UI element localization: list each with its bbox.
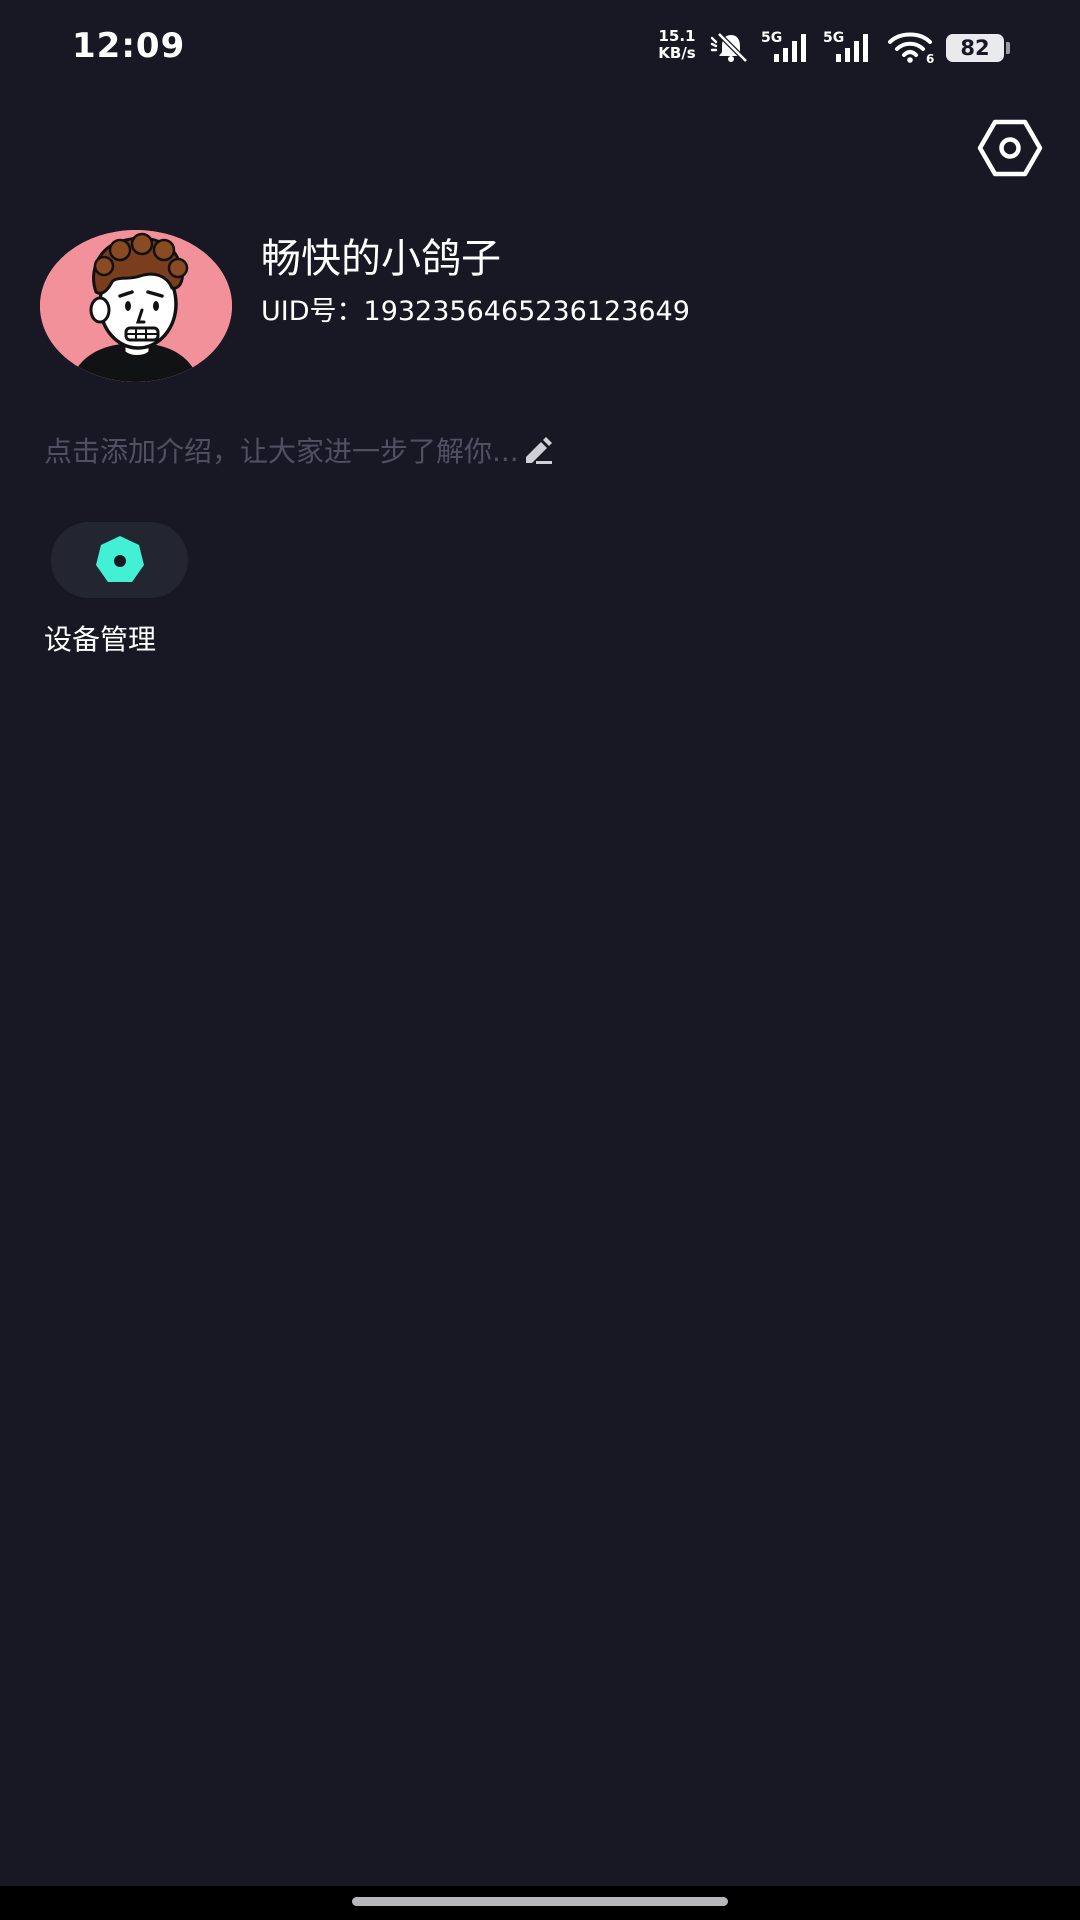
device-management-label: 设备管理 xyxy=(44,623,157,656)
battery-tip xyxy=(1006,42,1010,54)
status-bar: 12:09 15.1 KB/s 5G 5G 6 82 xyxy=(0,0,1080,96)
status-time: 12:09 xyxy=(72,26,186,66)
network-speed-value: 15.1 xyxy=(658,27,696,45)
sim1-label: 5G xyxy=(761,30,782,46)
battery-icon: 82 xyxy=(946,34,1004,62)
settings-button[interactable] xyxy=(976,118,1044,178)
wifi-label: 6 xyxy=(926,52,934,64)
avatar-illustration xyxy=(40,230,232,382)
pencil-icon xyxy=(525,437,552,464)
home-indicator[interactable] xyxy=(352,1897,728,1906)
username: 畅快的小鸽子 xyxy=(261,236,501,282)
uid-text: UID号：1932356465236123649 xyxy=(261,296,690,327)
device-management-button[interactable]: 设备管理 xyxy=(44,522,196,656)
hex-settings-icon xyxy=(977,119,1043,177)
hexagon-device-icon xyxy=(96,536,144,582)
network-speed-unit: KB/s xyxy=(658,44,696,62)
sim2-label: 5G xyxy=(823,30,844,46)
system-nav-bar xyxy=(0,1886,1080,1920)
device-icon-pill xyxy=(51,522,188,598)
mute-bell-icon xyxy=(710,32,748,63)
wifi-icon: 6 xyxy=(888,32,934,64)
intro-placeholder: 点击添加介绍，让大家进一步了解你... xyxy=(44,435,519,468)
signal-5g-icon: 5G xyxy=(823,30,868,62)
avatar[interactable] xyxy=(40,230,232,382)
intro-edit-row[interactable]: 点击添加介绍，让大家进一步了解你... xyxy=(44,428,555,472)
network-speed: 15.1 KB/s xyxy=(652,28,702,62)
signal-5g-icon: 5G xyxy=(761,30,806,62)
profile-screen: 12:09 15.1 KB/s 5G 5G 6 82 畅快的小鸽子 UID号：1… xyxy=(0,0,1080,1920)
